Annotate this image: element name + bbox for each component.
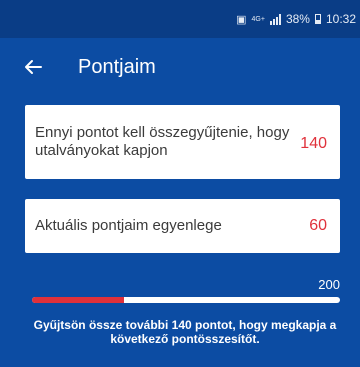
page-title: Pontjaim [78, 55, 156, 78]
app-bar: Pontjaim [0, 38, 360, 96]
target-points-label: Ennyi pontot kell összegyűjtenie, hogy u… [35, 124, 290, 159]
progress-max-label: 200 [318, 277, 340, 292]
balance-label: Aktuális pontjaim egyenlege [35, 217, 222, 234]
battery-icon [314, 14, 321, 24]
balance-value: 60 [309, 217, 327, 234]
signal-icon [269, 13, 281, 25]
target-points-value: 140 [300, 135, 327, 152]
status-time: 10:32 [325, 12, 356, 26]
balance-card: Aktuális pontjaim egyenlege 60 [25, 199, 340, 253]
points-progress-fill [32, 297, 125, 303]
notification-icon: ▣ [236, 13, 247, 26]
network-type: 4G+ [251, 15, 265, 23]
target-points-card: Ennyi pontot kell összegyűjtenie, hogy u… [25, 105, 340, 179]
arrow-left-icon [25, 60, 42, 74]
status-bar: ▣ 4G+ 38% 10:32 [0, 0, 360, 38]
points-progress-bar [32, 297, 340, 303]
back-button[interactable] [20, 54, 46, 80]
progress-message: Gyűjtsön össze további 140 pontot, hogy … [33, 318, 337, 346]
battery-percent: 38% [285, 12, 310, 26]
